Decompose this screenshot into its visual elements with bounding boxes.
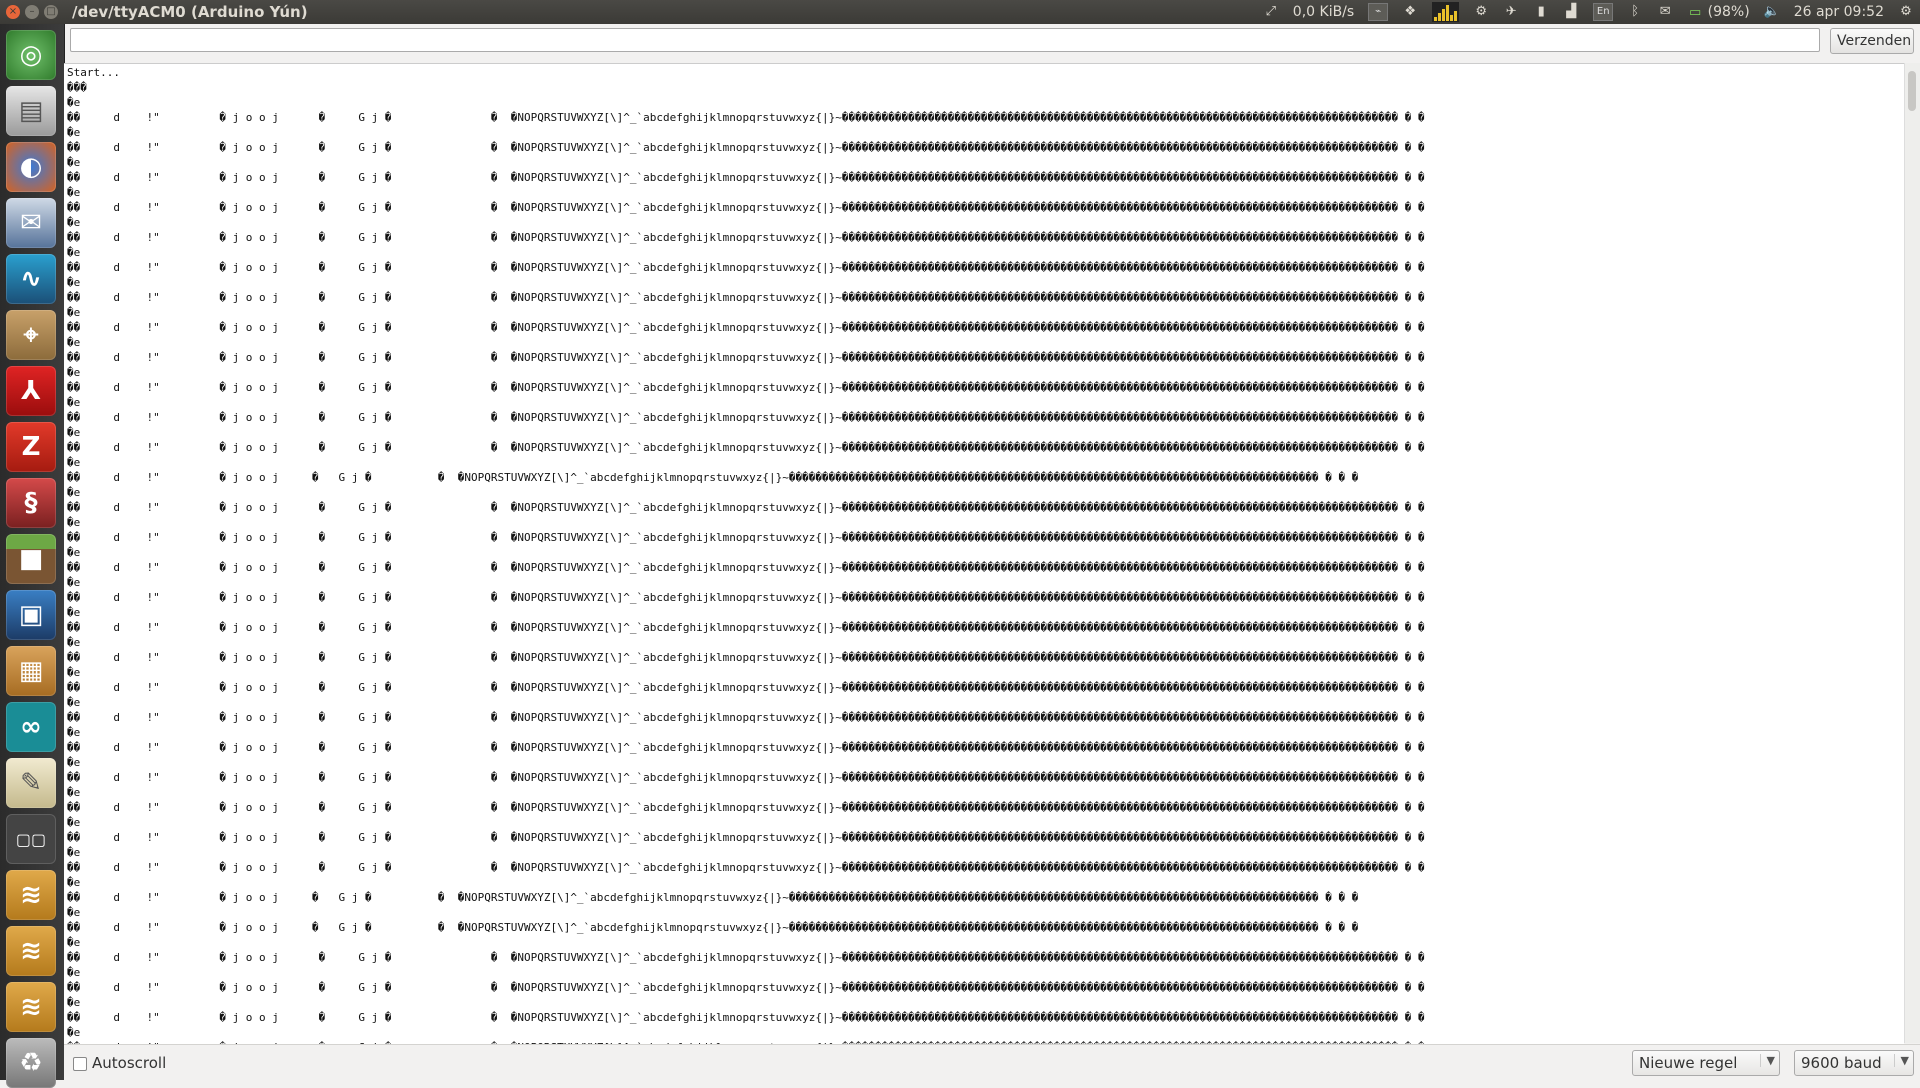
status-row: Autoscroll Nieuwe regel ▼ 9600 baud ▼ [64,1044,1920,1081]
baud-rate-value: 9600 baud [1801,1054,1882,1072]
python-idle-icon[interactable]: § [6,478,56,528]
arduino-ide-icon[interactable]: ∞ [6,702,56,752]
text-editor-icon[interactable]: ✎ [6,758,56,808]
autoscroll-checkbox[interactable] [73,1057,87,1071]
thunderbird-icon[interactable]: ✉ [6,198,56,248]
maximize-window-button[interactable]: □ [44,5,58,19]
network-share-icon-3[interactable]: ≋ [6,982,56,1032]
output-scrollbar[interactable] [1904,63,1920,1043]
window-title: /dev/ttyACM0 (Arduino Yún) [72,3,308,21]
maps-icon[interactable]: ⌖ [6,310,56,360]
volume-icon[interactable]: 🔈 [1764,4,1780,20]
dash-home-icon[interactable]: ◎ [6,30,56,80]
firefox-icon[interactable]: ◐ [6,142,56,192]
network-monitor-icon[interactable]: ⤢ [1263,4,1279,20]
chevron-down-icon: ▼ [1759,1054,1775,1067]
update-indicator-icon[interactable]: ⚙ [1473,4,1489,20]
send-button[interactable]: Verzenden [1830,28,1914,54]
window-controls: × – □ [6,5,58,19]
top-panel: × – □ /dev/ttyACM0 (Arduino Yún) ⤢ 0,0 K… [0,0,1920,24]
net-speed-text[interactable]: 0,0 KiB/s [1293,4,1354,20]
bluetooth-icon[interactable]: ᛒ [1627,4,1643,20]
line-ending-value: Nieuwe regel [1639,1054,1738,1072]
virtualbox-icon[interactable]: ▣ [6,590,56,640]
scrollbar-thumb[interactable] [1908,71,1916,111]
mouse-indicator-icon[interactable]: ✈ [1503,4,1519,20]
filezilla-icon[interactable]: Z [6,422,56,472]
serial-send-input[interactable] [70,28,1820,52]
network-share-icon-1[interactable]: ≋ [6,870,56,920]
trash-icon[interactable]: ♻ [6,1038,56,1088]
dropbox-icon[interactable]: ❖ [1402,4,1418,20]
mail-icon[interactable]: ✉ [1657,4,1673,20]
system-load-icon[interactable] [1432,2,1460,22]
signal-icon[interactable]: ▟ [1563,4,1579,20]
acrobat-reader-icon[interactable]: ⅄ [6,366,56,416]
autoscroll-label[interactable]: Autoscroll [92,1054,166,1072]
battery-indicator[interactable]: ▭ (98%) [1687,4,1750,21]
caffeine-icon[interactable]: ▮ [1533,4,1549,20]
unity-launcher: ◎ ▤ ◐ ✉ ∿ ⌖ ⅄ Z § ■ ▣ ▦ ∞ ✎ ▢▢ ≋ ≋ ≋ ♻ [0,24,65,1088]
clock[interactable]: 26 apr 09:52 [1794,4,1884,20]
close-window-button[interactable]: × [6,5,20,19]
wireshark-icon[interactable]: ∿ [6,254,56,304]
archive-manager-icon[interactable]: ▦ [6,646,56,696]
workspace-switcher-icon[interactable]: ▢▢ [6,814,56,864]
files-icon[interactable]: ▤ [6,86,56,136]
battery-icon: ▭ [1689,4,1702,20]
send-row: Verzenden [64,24,1920,60]
minecraft-icon[interactable]: ■ [6,534,56,584]
serial-output-text: Start... ��� �e �� d !" � j o o j � G j … [67,66,1425,1044]
system-tray: ⤢ 0,0 KiB/s ⌁ ❖ ⚙ ✈ ▮ ▟ En ᛒ ✉ ▭ (98%) 🔈… [1263,0,1914,24]
network-share-icon-2[interactable]: ≋ [6,926,56,976]
chevron-down-icon: ▼ [1893,1054,1909,1067]
keyboard-layout-icon[interactable]: En [1593,3,1614,21]
serial-output[interactable]: Start... ��� �e �� d !" � j o o j � G j … [64,63,1904,1044]
terminal-indicator-icon[interactable]: ⌁ [1368,3,1389,21]
baud-rate-select[interactable]: 9600 baud ▼ [1794,1050,1914,1076]
line-ending-select[interactable]: Nieuwe regel ▼ [1632,1050,1780,1076]
session-gear-icon[interactable]: ⚙ [1898,4,1914,20]
minimize-window-button[interactable]: – [25,5,39,19]
battery-percent: (98%) [1707,3,1750,20]
